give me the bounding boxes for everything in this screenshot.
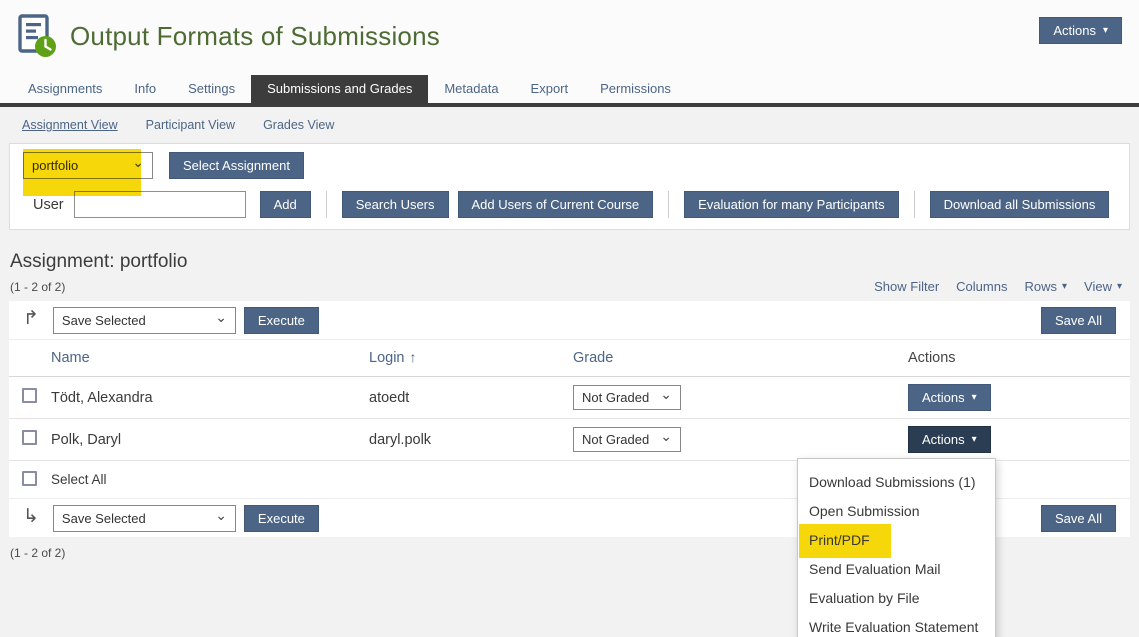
chevron-down-icon: ▾ — [1117, 281, 1122, 292]
subtab-bar: Assignment View Participant View Grades … — [22, 118, 1139, 132]
sort-ascending-icon: ↑ — [409, 349, 416, 365]
subtab-participant-view[interactable]: Participant View — [146, 118, 235, 132]
menu-item-open-submission[interactable]: Open Submission — [798, 497, 995, 526]
tab-bar-underline — [0, 103, 1139, 107]
tab-settings[interactable]: Settings — [172, 75, 251, 103]
exercise-object-icon — [12, 12, 60, 60]
bulk-action-select-top[interactable]: Save Selected ⌄ — [53, 307, 236, 334]
sort-by-login-link[interactable]: Login — [369, 350, 404, 366]
grade-select[interactable]: Not Graded ⌄ — [573, 385, 681, 410]
tab-permissions[interactable]: Permissions — [584, 75, 687, 103]
user-label: User — [33, 197, 64, 213]
table-header-row: Name Login ↑ Grade Actions — [9, 339, 1130, 377]
chevron-down-icon: ▾ — [972, 393, 977, 403]
row-actions-button[interactable]: Actions ▾ — [908, 384, 991, 411]
tab-bar: Assignments Info Settings Submissions an… — [0, 75, 1139, 103]
toolbar-divider — [668, 191, 669, 218]
participant-login: daryl.polk — [369, 432, 573, 448]
assignment-section-header: Assignment: portfolio (1 - 2 of 2) Show … — [10, 251, 1124, 294]
page-header: Output Formats of Submissions Actions ▾ — [0, 0, 1139, 75]
tab-metadata[interactable]: Metadata — [428, 75, 514, 103]
table-row: Polk, Daryl daryl.polk Not Graded ⌄ Acti… — [9, 419, 1130, 461]
participant-login: atoedt — [369, 390, 573, 406]
actions-column-header: Actions — [908, 350, 956, 366]
sort-by-grade-link[interactable]: Grade — [573, 350, 613, 366]
toolbar-panel: portfolio ⌄ Select Assignment User Add S… — [9, 143, 1130, 230]
save-all-button-bottom[interactable]: Save All — [1041, 505, 1116, 532]
select-chevron-icon: ⌄ — [215, 309, 227, 326]
toolbar-divider — [326, 191, 327, 218]
page-title: Output Formats of Submissions — [70, 21, 440, 52]
add-user-button[interactable]: Add — [260, 191, 311, 218]
menu-item-print-pdf[interactable]: Print/PDF — [798, 526, 995, 555]
row-actions-dropdown-menu: Download Submissions (1) Open Submission… — [797, 458, 996, 637]
bulk-actions-row-top: ↱ Save Selected ⌄ Execute Save All — [9, 301, 1130, 339]
select-chevron-icon: ⌄ — [215, 507, 227, 524]
add-users-current-course-button[interactable]: Add Users of Current Course — [458, 191, 654, 218]
save-all-button-top[interactable]: Save All — [1041, 307, 1116, 334]
chevron-down-icon: ▾ — [972, 435, 977, 445]
select-chevron-icon: ⌄ — [660, 428, 672, 445]
select-all-checkbox[interactable] — [22, 471, 37, 486]
evaluation-many-participants-button[interactable]: Evaluation for many Participants — [684, 191, 898, 218]
user-input[interactable] — [74, 191, 246, 218]
select-chevron-icon: ⌄ — [660, 386, 672, 403]
show-filter-link[interactable]: Show Filter — [874, 279, 939, 294]
table-controls: Show Filter Columns Rows ▾ View ▾ — [874, 279, 1122, 294]
participant-name: Polk, Daryl — [51, 432, 369, 448]
participant-name: Tödt, Alexandra — [51, 390, 369, 406]
tab-assignments[interactable]: Assignments — [12, 75, 118, 103]
row-checkbox[interactable] — [22, 388, 37, 403]
subtab-grades-view[interactable]: Grades View — [263, 118, 334, 132]
rows-menu-link[interactable]: Rows ▾ — [1024, 279, 1067, 294]
menu-item-evaluation-by-file[interactable]: Evaluation by File — [798, 584, 995, 613]
page: Output Formats of Submissions Actions ▾ … — [0, 0, 1139, 637]
tab-export[interactable]: Export — [515, 75, 585, 103]
execute-button-top[interactable]: Execute — [244, 307, 319, 334]
row-checkbox[interactable] — [22, 430, 37, 445]
view-menu-link[interactable]: View ▾ — [1084, 279, 1122, 294]
apply-to-selection-top-icon: ↱ — [23, 307, 39, 330]
menu-item-write-evaluation-statement[interactable]: Write Evaluation Statement — [798, 613, 995, 637]
columns-link[interactable]: Columns — [956, 279, 1007, 294]
row-actions-button-open[interactable]: Actions ▾ — [908, 426, 991, 453]
sort-by-name-link[interactable]: Name — [51, 350, 90, 366]
select-chevron-icon: ⌄ — [132, 154, 144, 171]
execute-button-bottom[interactable]: Execute — [244, 505, 319, 532]
menu-item-send-evaluation-mail[interactable]: Send Evaluation Mail — [798, 555, 995, 584]
bulk-action-select-bottom[interactable]: Save Selected ⌄ — [53, 505, 236, 532]
toolbar-divider — [914, 191, 915, 218]
apply-to-selection-bottom-icon: ↳ — [23, 505, 39, 528]
chevron-down-icon: ▾ — [1062, 281, 1067, 292]
tab-submissions-and-grades[interactable]: Submissions and Grades — [251, 75, 428, 103]
menu-item-download-submissions[interactable]: Download Submissions (1) — [798, 468, 995, 497]
select-all-label: Select All — [51, 472, 369, 487]
tab-info[interactable]: Info — [118, 75, 172, 103]
assignment-select[interactable]: portfolio ⌄ — [23, 152, 153, 179]
page-actions-button[interactable]: Actions ▾ — [1039, 17, 1122, 44]
subtab-assignment-view[interactable]: Assignment View — [22, 118, 118, 132]
download-all-submissions-button[interactable]: Download all Submissions — [930, 191, 1110, 218]
grade-select[interactable]: Not Graded ⌄ — [573, 427, 681, 452]
search-users-button[interactable]: Search Users — [342, 191, 449, 218]
assignment-heading: Assignment: portfolio — [10, 251, 1124, 273]
table-row: Tödt, Alexandra atoedt Not Graded ⌄ Acti… — [9, 377, 1130, 419]
chevron-down-icon: ▾ — [1103, 26, 1108, 36]
select-assignment-button[interactable]: Select Assignment — [169, 152, 304, 179]
